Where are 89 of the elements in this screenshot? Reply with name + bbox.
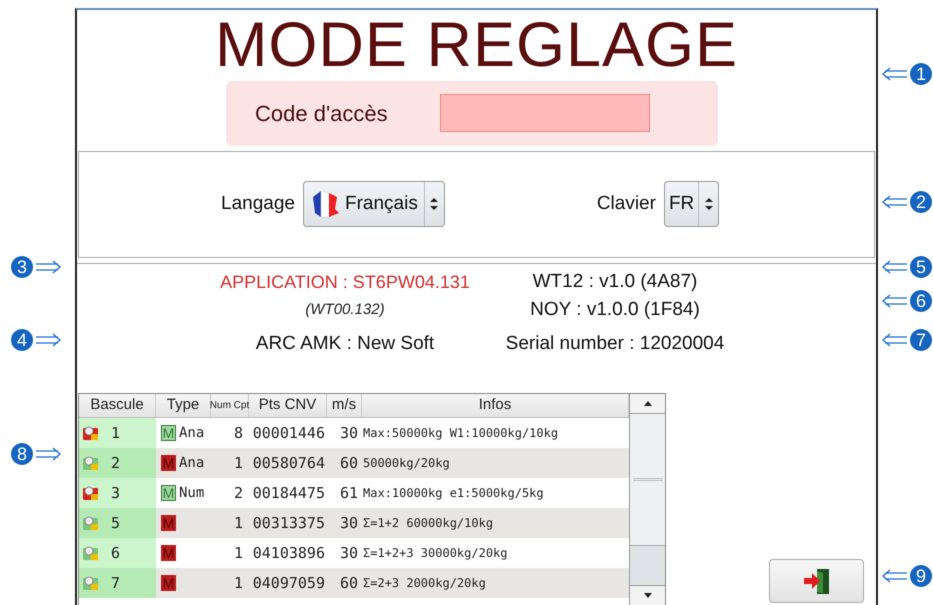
table-cell-text: Ana: [179, 424, 204, 442]
table-cell-text: 5: [111, 512, 120, 534]
screen-title: MODE REGLAGE: [214, 14, 738, 77]
scale-status-icon: [83, 426, 98, 440]
callout-number: 7: [910, 329, 932, 351]
double-arrow-icon: [882, 195, 908, 209]
spinner-arrows-icon: [430, 198, 438, 210]
double-arrow-icon: [35, 447, 61, 461]
serial-number: Serial number : 12020004: [506, 332, 724, 356]
scrollbar[interactable]: [629, 394, 665, 605]
table-cell-text: 6: [111, 542, 120, 564]
double-arrow-icon: [35, 260, 61, 274]
language-label: Langage: [221, 192, 295, 216]
application-version: APPLICATION : ST6PW04.131: [220, 271, 470, 294]
table-cell-text: 1: [234, 542, 243, 564]
table-cell-text: 50000kg/20kg: [363, 455, 450, 472]
double-arrow-icon: [882, 333, 908, 347]
metrology-badge: M: [161, 455, 176, 471]
double-arrow-icon: [35, 333, 61, 347]
table-cell-text: 1: [234, 452, 243, 474]
table-cell-text: Max:50000kg W1:10000kg/10kg: [363, 425, 558, 442]
column-header[interactable]: m/s: [327, 394, 362, 417]
table-cell-text: Num: [179, 484, 204, 502]
wt12-version: WT12 : v1.0 (4A87): [532, 270, 698, 294]
table-cell-text: 1: [234, 512, 243, 534]
scroll-thumb[interactable]: [630, 414, 665, 546]
callout-number: 3: [11, 256, 33, 278]
scale-status-icon: [83, 516, 98, 530]
table-cell-text: 2: [234, 482, 243, 504]
double-arrow-icon: [882, 67, 908, 81]
callout-number: 9: [910, 565, 932, 587]
table-cell-text: 60: [340, 572, 358, 594]
column-header[interactable]: Bascule: [79, 394, 156, 417]
metrology-badge: M: [161, 425, 176, 441]
table-cell-text: Ana: [179, 454, 204, 472]
table-cell-text: Σ=2+3 2000kg/20kg: [363, 575, 486, 592]
application-subversion: (WT00.132): [305, 300, 385, 320]
callout-number: 6: [910, 290, 932, 312]
table-cell-text: 00001446: [252, 422, 325, 444]
table-cell-text: Max:10000kg e1:5000kg/5kg: [363, 485, 544, 502]
exit-door-icon: [802, 567, 830, 595]
table-cell-text: 00184475: [252, 482, 325, 504]
scroll-up-icon[interactable]: [644, 401, 652, 406]
table-cell-text: 04103896: [252, 542, 325, 564]
table-cell-text: 04097059: [252, 572, 325, 594]
column-header[interactable]: Num Cpt: [211, 394, 249, 417]
scroll-down-icon[interactable]: [644, 593, 652, 598]
double-arrow-icon: [882, 294, 908, 308]
scale-status-icon: [83, 576, 98, 590]
scale-status-icon: [83, 456, 98, 470]
metrology-badge: M: [161, 485, 176, 501]
callout-number: 8: [11, 443, 33, 465]
table-cell-text: 3: [111, 482, 120, 504]
column-header[interactable]: Pts CNV: [249, 394, 327, 417]
table-cell-text: 8: [234, 422, 243, 444]
scale-status-icon: [83, 486, 98, 500]
table-cell-text: 00313375: [252, 512, 325, 534]
double-arrow-icon: [882, 260, 908, 274]
callout-number: 5: [910, 256, 932, 278]
column-header[interactable]: Type: [156, 394, 211, 417]
access-code-field[interactable]: [440, 94, 650, 132]
arc-version: ARC AMK : New Soft: [256, 332, 434, 356]
table-cell-text: 30: [340, 512, 358, 534]
table-cell-text: 61: [340, 482, 358, 504]
table-cell-text: Σ=1+2+3 30000kg/20kg: [363, 545, 508, 562]
metrology-badge: M: [161, 575, 176, 591]
table-cell-text: 30: [340, 422, 358, 444]
double-arrow-icon: [882, 569, 908, 583]
language-select[interactable]: Français: [302, 181, 445, 228]
callout-number: 4: [11, 329, 33, 351]
callout-number: 2: [910, 191, 932, 213]
table-cell-text: 1: [111, 422, 120, 444]
metrology-badge: M: [161, 515, 176, 531]
access-code-label: Code d'accès: [255, 100, 388, 128]
noy-version: NOY : v1.0.0 (1F84): [530, 298, 700, 322]
keyboard-select[interactable]: FR: [664, 181, 720, 228]
callout-number: 1: [910, 63, 932, 85]
table-cell-text: 1: [234, 572, 243, 594]
spinner-arrows-icon: [704, 198, 713, 210]
table-cell-text: 2: [111, 452, 120, 474]
table-cell-text: Σ=1+2 60000kg/10kg: [363, 515, 494, 532]
keyboard-label: Clavier: [596, 192, 656, 216]
metrology-badge: M: [161, 545, 176, 561]
scale-status-icon: [83, 546, 98, 560]
table-cell-text: 60: [340, 452, 358, 474]
table-cell-text: 00580764: [252, 452, 325, 474]
table-cell-text: 30: [340, 542, 358, 564]
exit-button[interactable]: [769, 559, 864, 603]
table-cell-text: 7: [111, 572, 120, 594]
